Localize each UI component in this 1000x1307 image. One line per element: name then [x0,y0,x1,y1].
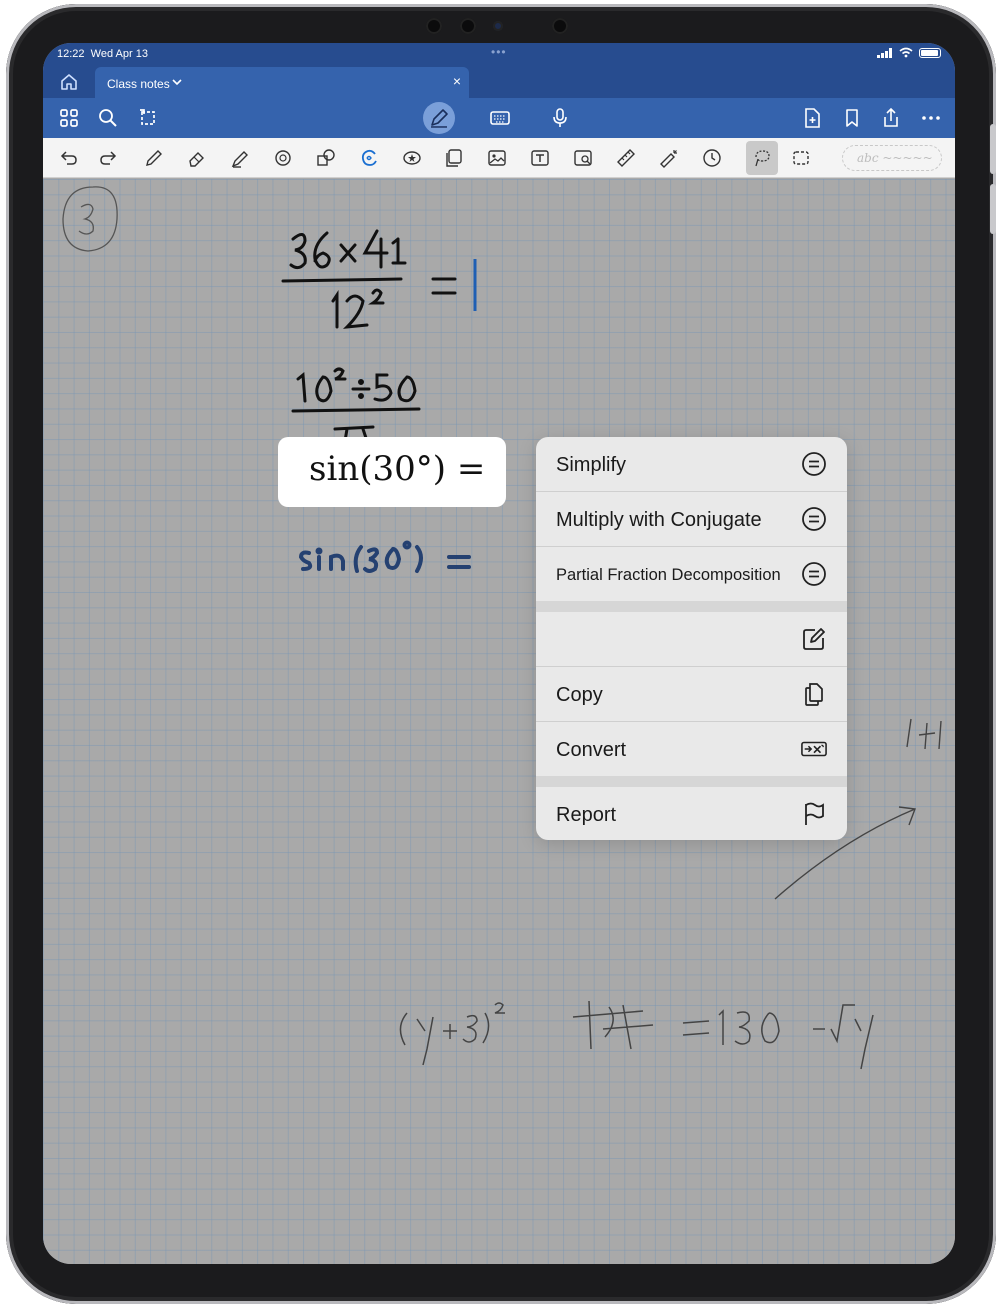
menu-item-label: Report [556,804,617,826]
pen-mode-button[interactable] [423,102,455,134]
menu-item-label: Simplify [556,454,627,476]
screen: 12:22 Wed Apr 13 ••• Class notes × abc ~… [43,43,955,1264]
context-menu: Simplify Multiply with Conjugate Partial… [536,437,847,840]
ink-to-shape-icon[interactable] [272,147,294,169]
convert-math-icon [801,741,827,757]
equals-circle-icon [802,562,826,586]
clock-icon[interactable] [701,147,723,169]
handwritten-fraction-1 [281,229,457,329]
share-icon[interactable] [879,106,903,130]
camera-icon [460,18,476,34]
menu-item-partial-fraction[interactable]: Partial Fraction Decomposition [536,547,847,601]
menu-item-label: Convert [556,739,627,761]
keyboard-icon[interactable] [488,106,512,130]
undo-icon[interactable] [58,147,80,169]
camera-icon [426,18,442,34]
pen-tool-icon[interactable] [143,147,165,169]
camera-icon [552,18,568,34]
menu-item-report[interactable]: Report [536,787,847,840]
eraser-icon[interactable] [186,147,208,169]
volume-button [990,124,996,174]
redo-icon[interactable] [97,147,119,169]
menu-item-copy[interactable]: Copy [536,667,847,721]
microphone-icon[interactable] [548,106,572,130]
menu-item-convert[interactable]: Convert [536,722,847,776]
menu-item-label: Multiply with Conjugate [556,509,762,531]
lasso-rotate-icon[interactable] [136,106,160,130]
image-icon[interactable] [486,147,508,169]
status-indicators [877,47,941,58]
equals-circle-icon [802,507,826,531]
laser-pointer-icon[interactable] [658,147,680,169]
more-icon[interactable] [919,106,943,130]
menu-item-simplify[interactable]: Simplify [536,437,847,491]
menu-item-label: Partial Fraction Decomposition [556,566,781,584]
menu-item-label: Copy [556,684,603,706]
battery-icon [919,47,941,58]
image-search-icon[interactable] [572,147,594,169]
shapes-icon[interactable] [315,147,337,169]
status-bar: 12:22 Wed Apr 13 ••• [43,43,955,65]
handwritten-sin-expression [298,540,471,573]
pen-icon [431,109,448,128]
bookmark-icon[interactable] [840,106,864,130]
highlighter-icon[interactable] [229,147,251,169]
math-preview: sin(30°) = [278,437,506,507]
multitask-dots[interactable]: ••• [491,45,507,59]
menu-group-divider [536,601,847,612]
menu-item-multiply-conjugate[interactable]: Multiply with Conjugate [536,492,847,546]
search-icon[interactable] [96,106,120,130]
handwritten-fraction-2 [291,367,421,443]
close-icon[interactable]: × [453,73,461,89]
volume-button [990,184,996,234]
page-number-drawing [62,186,118,252]
lasso-icon[interactable] [751,147,773,169]
ruler-icon[interactable] [615,147,637,169]
home-icon[interactable] [59,73,79,91]
signal-icon [877,47,892,58]
chevron-down-icon[interactable] [171,76,183,88]
grid-view-icon[interactable] [57,106,81,130]
wifi-icon [899,47,913,58]
tab-bar: Class notes × [43,65,955,98]
tab-class-notes[interactable]: Class notes × [95,67,469,98]
drawing-toolbar: abc ~~~~~ [43,138,955,178]
sticker-icon[interactable] [401,147,423,169]
status-time: 12:22 Wed Apr 13 [57,48,148,60]
menu-group-divider [536,776,847,787]
menu-item-edit[interactable] [536,612,847,666]
equals-circle-icon [802,452,826,476]
handwriting-input-button[interactable]: abc ~~~~~ [842,145,942,171]
tab-title: Class notes [107,77,170,91]
note-canvas[interactable]: sin(30°) = Simplify Multiply with Conjug… [43,179,955,1264]
edit-icon [803,628,825,650]
main-toolbar [43,98,955,138]
math-assistant-icon[interactable] [358,147,380,169]
copy-icon [805,683,823,706]
sticky-note-icon[interactable] [443,147,465,169]
camera-icon [493,21,503,31]
text-box-icon[interactable] [529,147,551,169]
handwritten-equation-bottom [399,1000,874,1070]
add-page-icon[interactable] [800,106,824,130]
flag-icon [805,802,824,825]
rectangle-select-icon[interactable] [790,147,812,169]
